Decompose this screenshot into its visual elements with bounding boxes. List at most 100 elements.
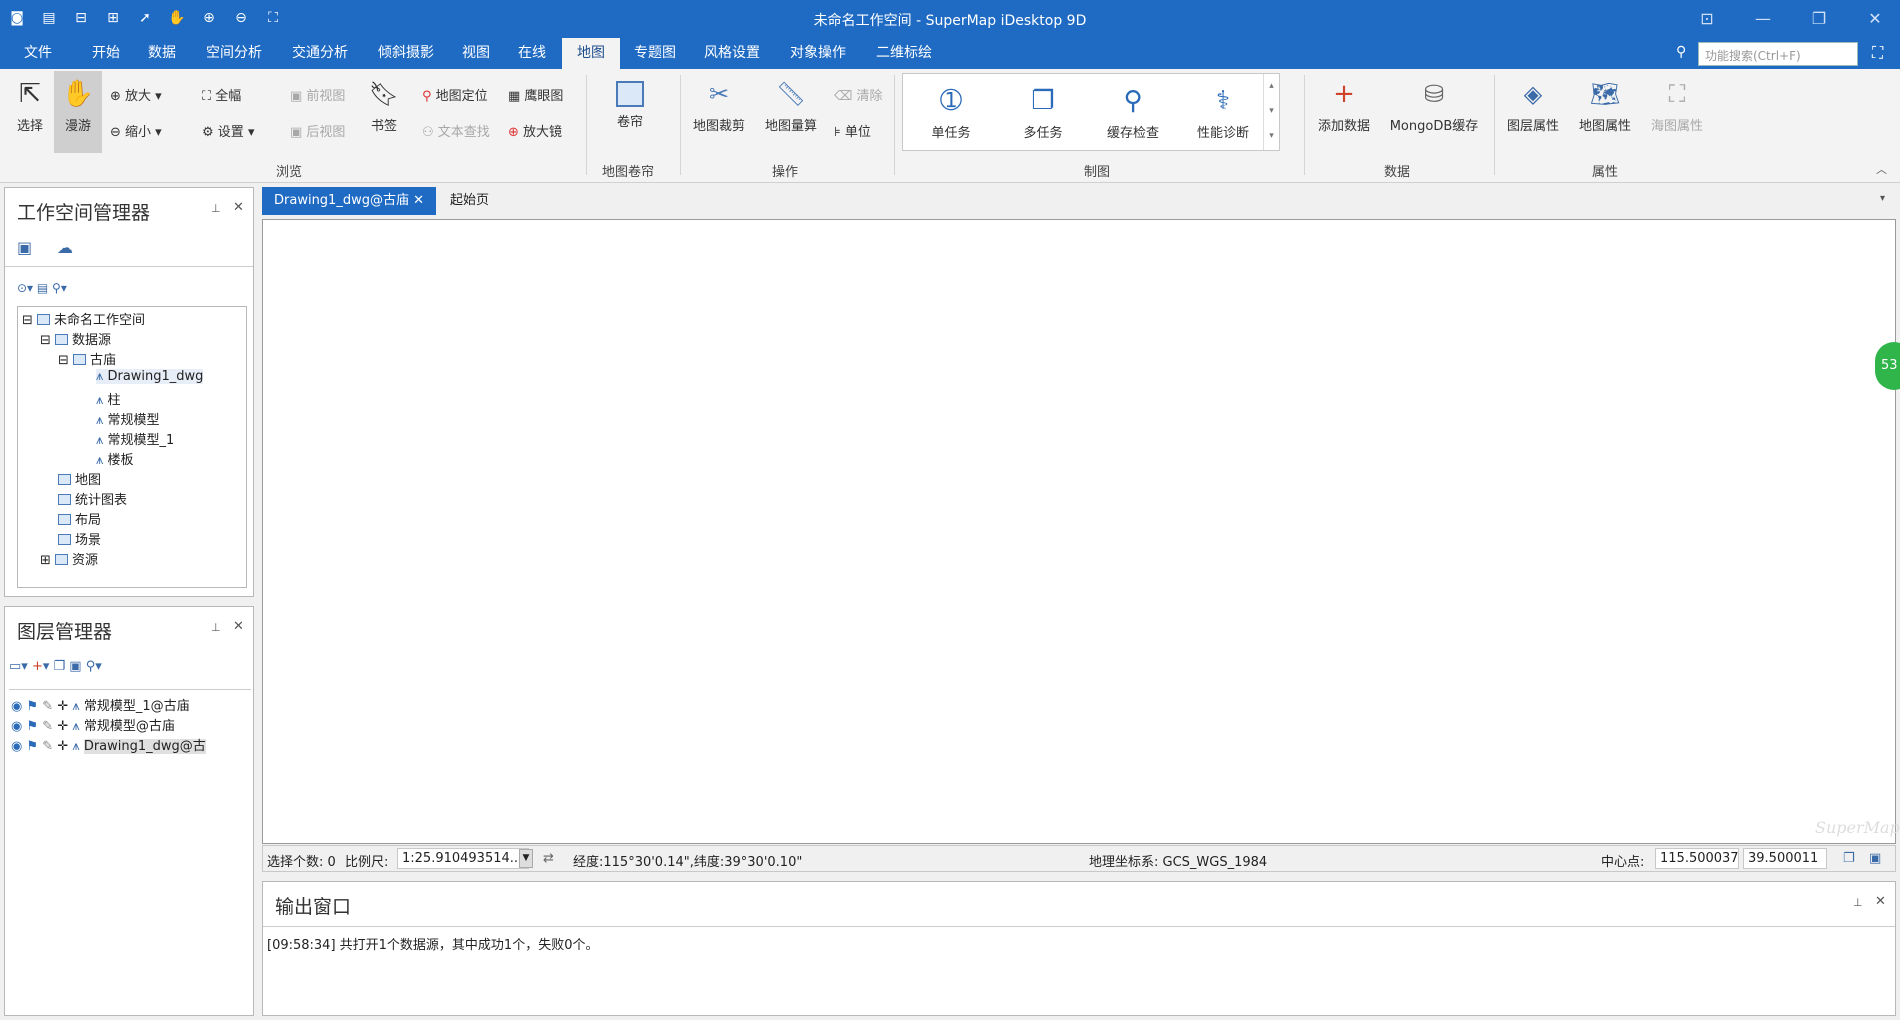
tree-dataset[interactable]: ⩚ 常规模型_1 — [96, 429, 174, 448]
snap-icon[interactable]: ✛ — [57, 699, 72, 714]
menu-file[interactable]: 文件 — [14, 38, 62, 69]
menu-start[interactable]: 开始 — [82, 38, 130, 69]
tree-root[interactable]: ⊟ 未命名工作空间 — [22, 309, 145, 328]
next-view-label: 后视图 — [306, 125, 346, 140]
tree-dataset[interactable]: ⩚ 常规模型 — [96, 409, 159, 428]
center-y-input[interactable]: 39.500011 — [1743, 848, 1827, 869]
snap-icon[interactable]: ✛ — [57, 719, 72, 734]
tabs-dropdown-icon[interactable]: ▾ — [1880, 193, 1885, 204]
scale-dropdown-icon[interactable]: ▼ — [519, 849, 533, 868]
menu-style[interactable]: 风格设置 — [694, 38, 770, 69]
selectable-icon[interactable]: ⚑ — [26, 739, 42, 754]
visible-eye-icon[interactable]: ◉ — [11, 739, 26, 754]
layer-row[interactable]: ◉ ⚑ ✎ ✛ ⩚ 常规模型_1@古庙 — [11, 695, 190, 714]
unit-button[interactable]: ⊧ 单位 — [834, 121, 871, 140]
prev-view-button[interactable]: ▣ 前视图 — [290, 85, 345, 104]
swipe-button[interactable]: 卷帘 — [606, 77, 654, 130]
tree-dataset[interactable]: ⩚ 柱 — [96, 389, 120, 408]
minimize-button[interactable]: — — [1748, 6, 1778, 32]
cache-check-button[interactable]: ⚲ 缓存检查 — [1101, 84, 1165, 141]
restore-button[interactable]: ❐ — [1804, 6, 1834, 32]
menu-traffic-analysis[interactable]: 交通分析 — [282, 38, 358, 69]
layer-row[interactable]: ◉ ⚑ ✎ ✛ ⩚ 常规模型@古庙 — [11, 715, 175, 734]
map-view[interactable]: 53 SuperMap — [262, 219, 1900, 844]
layer-row[interactable]: ◉ ⚑ ✎ ✛ ⩚ Drawing1_dwg@古 — [11, 735, 206, 754]
editable-icon[interactable]: ✎ — [42, 719, 57, 734]
close-tab-icon[interactable]: ✕ — [413, 193, 424, 208]
tree-datasources[interactable]: ⊟ 数据源 — [40, 329, 111, 348]
cloud-tab-icon[interactable]: ☁ — [57, 238, 73, 257]
workspace-tab-icon[interactable]: ▣ — [17, 238, 32, 257]
eagle-eye-button[interactable]: ▦ 鹰眼图 — [508, 85, 563, 104]
visible-eye-icon[interactable]: ◉ — [11, 719, 26, 734]
editable-icon[interactable]: ✎ — [42, 739, 57, 754]
tree-charts[interactable]: 统计图表 — [58, 489, 127, 508]
settings-button[interactable]: ⚙ 设置 ▾ — [202, 121, 254, 140]
clear-button[interactable]: ⌫ 清除 — [834, 85, 883, 104]
open-workspace-icon[interactable]: ⊙▾ ▤ ⚲▾ — [17, 281, 67, 295]
layer-props-button[interactable]: ◈ 图层属性 — [1500, 77, 1566, 134]
map-props-button[interactable]: 🗺︎ 地图属性 — [1572, 77, 1638, 134]
single-task-button[interactable]: ➀ 单任务 — [919, 84, 983, 141]
bookmark-button[interactable]: 🔖︎ 书签 — [364, 77, 404, 134]
menu-view[interactable]: 视图 — [452, 38, 500, 69]
layer-toolbar[interactable]: ▭▾ +▾ ❐ ▣ ⚲▾ — [9, 659, 102, 674]
selectable-icon[interactable]: ⚑ — [26, 719, 42, 734]
locate-button[interactable]: ⚲ 地图定位 — [422, 85, 488, 104]
tree-scenes[interactable]: 场景 — [58, 529, 101, 548]
editable-icon[interactable]: ✎ — [42, 699, 57, 714]
pin-icon[interactable]: ⊥ — [211, 202, 221, 215]
menu-spatial-analysis[interactable]: 空间分析 — [196, 38, 272, 69]
tree-resources[interactable]: ⊞ 资源 — [40, 549, 98, 568]
swap-icon[interactable]: ⇄ — [543, 851, 554, 866]
perf-diag-button[interactable]: ⚕ 性能诊断 — [1191, 84, 1255, 141]
text-find-button[interactable]: ⚇ 文本查找 — [422, 121, 490, 140]
floating-badge[interactable]: 53 — [1875, 342, 1900, 390]
map-clip-button[interactable]: ✂ 地图裁剪 — [688, 77, 750, 134]
selectable-icon[interactable]: ⚑ — [26, 699, 42, 714]
menu-online[interactable]: 在线 — [508, 38, 556, 69]
collapse-ribbon-icon[interactable]: ︿ — [1876, 161, 1887, 177]
tree-maps[interactable]: 地图 — [58, 469, 101, 488]
feature-search-input[interactable]: 功能搜索(Ctrl+F) — [1698, 42, 1858, 66]
add-data-button[interactable]: + 添加数据 — [1310, 77, 1378, 134]
ribbon-display-icon[interactable]: ⊡ — [1692, 6, 1722, 32]
mongodb-cache-button[interactable]: ⛁ MongoDB缓存 — [1384, 77, 1484, 134]
fullscreen-icon[interactable]: ⛶ — [1872, 43, 1883, 63]
zoom-out-button[interactable]: ⊖ 缩小 ▾ — [110, 121, 162, 140]
visible-eye-icon[interactable]: ◉ — [11, 699, 26, 714]
tab-map[interactable]: Drawing1_dwg@古庙 ✕ — [262, 187, 437, 215]
menu-object-ops[interactable]: 对象操作 — [780, 38, 856, 69]
tree-layouts[interactable]: 布局 — [58, 509, 101, 528]
tree-dataset[interactable]: ⩚ 楼板 — [96, 449, 133, 468]
center-x-input[interactable]: 115.500037 — [1655, 848, 1739, 869]
close-panel-icon[interactable]: ✕ — [233, 200, 244, 215]
close-panel-icon[interactable]: ✕ — [1875, 894, 1886, 909]
map-measure-button[interactable]: 📏︎ 地图量算 — [760, 77, 822, 134]
paste-icon[interactable]: ▣ — [1869, 851, 1881, 866]
gallery-scroll[interactable]: ▴ ▾ ▾ — [1263, 74, 1279, 150]
snap-icon[interactable]: ✛ — [57, 739, 72, 754]
close-panel-icon[interactable]: ✕ — [233, 619, 244, 634]
multi-task-button[interactable]: ❐ 多任务 — [1011, 84, 1075, 141]
magnifier-button[interactable]: ⊕ 放大镜 — [508, 121, 562, 140]
tree-dataset[interactable]: ⩚ Drawing1_dwg — [96, 369, 204, 384]
scale-input[interactable]: 1:25.910493514... — [397, 848, 529, 869]
menu-map[interactable]: 地图 — [562, 38, 620, 69]
tree-datasource[interactable]: ⊟ 古庙 — [58, 349, 116, 368]
copy-icon[interactable]: ❐ — [1843, 851, 1855, 866]
menu-oblique[interactable]: 倾斜摄影 — [368, 38, 444, 69]
chart-props-button[interactable]: ⛶ 海图属性 — [1644, 77, 1710, 134]
menu-plotting[interactable]: 二维标绘 — [866, 38, 942, 69]
pan-button[interactable]: ✋ 漫游 — [58, 77, 98, 134]
menu-thematic[interactable]: 专题图 — [624, 38, 686, 69]
pin-icon[interactable]: ⊥ — [1853, 896, 1863, 909]
zoom-in-button[interactable]: ⊕ 放大 ▾ — [110, 85, 162, 104]
select-button[interactable]: ⇱ 选择 — [10, 77, 50, 134]
menu-data[interactable]: 数据 — [138, 38, 186, 69]
tab-start-page[interactable]: 起始页 — [438, 187, 501, 215]
close-button[interactable]: ✕ — [1860, 6, 1890, 32]
next-view-button[interactable]: ▣ 后视图 — [290, 121, 345, 140]
pin-icon[interactable]: ⊥ — [211, 621, 221, 634]
full-extent-button[interactable]: ⛶ 全幅 — [202, 85, 241, 104]
